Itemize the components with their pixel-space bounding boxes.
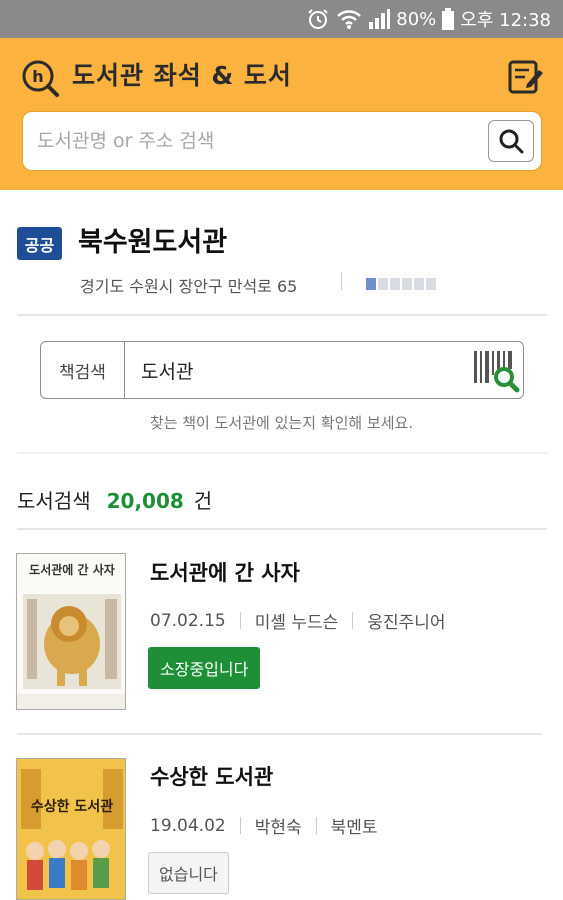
- divider: [17, 733, 542, 735]
- result-label: 도서검색: [17, 489, 91, 513]
- library-name: 북수원도서관: [78, 227, 228, 258]
- availability-badge: 소장중입니다: [148, 647, 261, 689]
- page-indicator: [366, 278, 436, 290]
- clock: 오후 12:38: [460, 10, 551, 31]
- result-number: 20,008: [106, 489, 184, 513]
- edit-icon[interactable]: [505, 56, 545, 96]
- book-search-hint: 찾는 책이 도서관에 있는지 확인해 보세요.: [149, 414, 414, 432]
- book-search-label[interactable]: 책검색: [41, 342, 125, 398]
- battery-icon: [442, 8, 455, 30]
- divider: [17, 314, 547, 316]
- book-cover[interactable]: 도서관에 간 사자: [16, 553, 126, 710]
- book-meta: 07.02.15 미셸 누드슨 웅진주니어: [150, 608, 446, 634]
- divider: [17, 528, 547, 530]
- page-dot: [402, 278, 412, 290]
- barcode-scan-icon[interactable]: [472, 347, 520, 393]
- library-address: 경기도 수원시 장안구 만석로 65: [80, 277, 298, 296]
- book-publisher: 북멘토: [330, 818, 378, 838]
- book-search-box: 책검색: [40, 341, 524, 399]
- cover-title: 수상한 도서관: [31, 798, 113, 815]
- page-dot: [366, 278, 376, 290]
- library-type-badge: 공공: [17, 227, 62, 260]
- page-dot: [378, 278, 388, 290]
- status-bar: 80% 오후 12:38: [0, 0, 563, 38]
- book-publisher: 웅진주니어: [367, 613, 446, 633]
- svg-text:h: h: [32, 67, 43, 86]
- book-cover[interactable]: 수상한 도서관: [16, 758, 126, 900]
- book-title[interactable]: 도서관에 간 사자: [150, 557, 300, 587]
- result-count: 도서검색 20,008 건: [17, 485, 212, 514]
- book-search-input[interactable]: [141, 342, 461, 398]
- book-date: 07.02.15: [150, 610, 226, 631]
- search-icon: [499, 129, 524, 154]
- alarm-icon: [306, 7, 330, 31]
- library-search-input[interactable]: [37, 112, 477, 170]
- library-info: 공공 북수원도서관 경기도 수원시 장안구 만석로 65: [0, 190, 563, 315]
- book-meta: 19.04.02 박현숙 북멘토: [150, 813, 378, 839]
- app-title: 도서관 좌석 & 도서: [72, 61, 292, 90]
- library-search-box: [22, 111, 542, 171]
- cover-title: 도서관에 간 사자: [29, 562, 115, 577]
- address-divider: [341, 272, 342, 290]
- page-dot: [390, 278, 400, 290]
- divider: [17, 452, 547, 454]
- meta-divider: [239, 817, 241, 834]
- book-title[interactable]: 수상한 도서관: [150, 761, 273, 791]
- meta-divider: [239, 612, 241, 629]
- wifi-icon: [336, 8, 362, 30]
- book-author: 박현숙: [254, 818, 302, 838]
- result-unit: 건: [193, 489, 213, 513]
- app-logo-icon: h: [20, 58, 60, 98]
- search-button[interactable]: [488, 120, 534, 162]
- page-dot: [414, 278, 424, 290]
- app-header: h 도서관 좌석 & 도서: [0, 38, 563, 190]
- book-author: 미셸 누드슨: [254, 613, 339, 633]
- availability-badge: 없습니다: [148, 852, 229, 894]
- battery-percent: 80%: [396, 8, 437, 30]
- page-dot: [426, 278, 436, 290]
- meta-divider: [352, 612, 354, 629]
- signal-icon: [368, 8, 391, 30]
- meta-divider: [315, 817, 317, 834]
- book-date: 19.04.02: [150, 815, 226, 836]
